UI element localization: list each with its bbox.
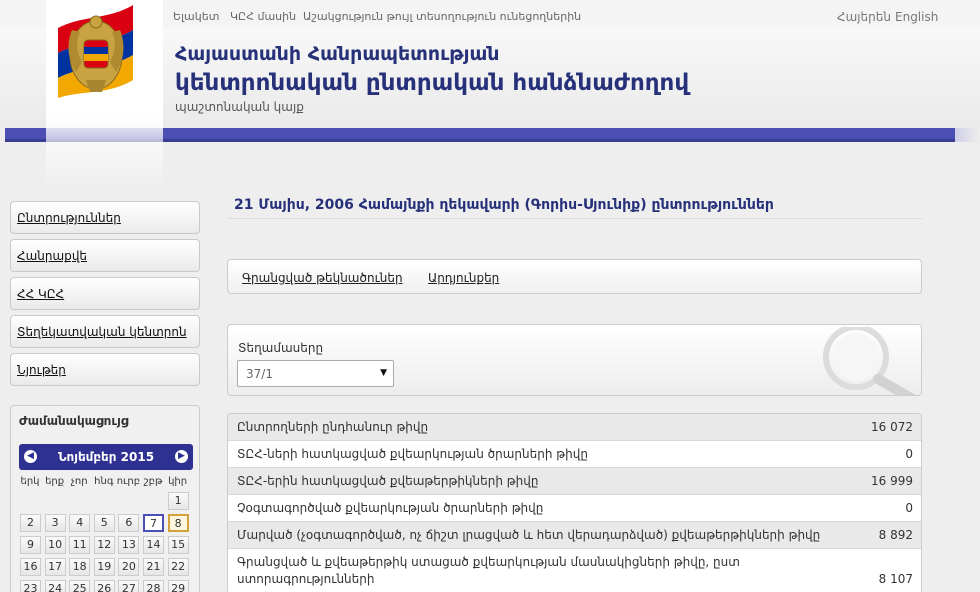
calendar-day[interactable]: 10 [44,536,66,554]
nav-link-home[interactable]: Ելակետ [173,10,219,23]
calendar-day[interactable]: 23 [20,580,41,592]
site-subtitle: պաշտոնական կայք [175,100,304,114]
calendar-day[interactable]: 20 [118,558,140,576]
stat-value: 8 892 [878,528,913,542]
stat-label: Ընտրողների ընդհանուր թիվը [237,420,429,434]
page-title: 21 Մայիս, 2006 Համայնքի ղեկավարի (Գորիս-… [234,197,774,213]
table-row: Չօգտագործված քվեարկության ծրարների թիվը 0 [228,495,921,522]
calendar-day[interactable]: 16 [20,558,41,576]
precinct-select[interactable]: 37/1 ▼ [237,360,394,387]
nav-link-about[interactable]: ԿԸՀ մասին [230,10,296,23]
calendar-day[interactable]: 24 [44,580,66,592]
chevron-left-icon[interactable]: ◀ [24,450,37,463]
precinct-label: Տեղամասերը [238,341,324,355]
calendar-day[interactable]: 26 [93,580,115,592]
calendar-weekday: կիր [168,476,188,487]
site-title-line2: կենտրոնական ընտրական հանձնաժողով [175,70,690,96]
calendar-weekday: երք [45,476,65,487]
calendar-weekday: երկ [20,476,40,487]
calendar-day[interactable]: 18 [69,558,91,576]
tab-results[interactable]: Արդյունքեր [428,271,499,285]
calendar-day[interactable]: 13 [118,536,140,554]
table-row: ՏԸՀ-ների հատկացված քվեարկության ծրարների… [228,441,921,468]
calendar-widget: Ժամանակացույց ◀ Նոյեմբեր 2015 ▶ երկ երք չո… [10,405,200,592]
stat-value: 0 [905,447,913,461]
stat-label: Գրանցված և քվեաթերթիկ ստացած քվեարկությա… [237,555,740,586]
table-row: Գրանցված և քվեաթերթիկ ստացած քվեարկությա… [228,549,921,592]
calendar-day[interactable]: 12 [93,536,115,554]
sidebar-item-referendum[interactable]: Հանրաքվե [10,239,200,272]
stat-value: 8 107 [878,572,913,586]
sidebar-item-elections[interactable]: Ընտրություններ [10,201,200,234]
calendar-weekday: շբթ [143,476,163,487]
emblem-column [46,0,163,190]
calendar-day[interactable]: 28 [143,580,164,592]
magnifier-icon [823,327,916,395]
stat-label: ՏԸՀ-երին հատկացված քվեաթերթիկների թիվը [237,474,539,488]
calendar-day[interactable]: 22 [167,558,189,576]
results-table: Ընտրողների ընդհանուր թիվը 16 072 ՏԸՀ-ների … [227,413,922,592]
calendar-day[interactable]: 1 [167,492,189,510]
coat-of-arms-logo[interactable] [58,0,133,98]
table-row: ՏԸՀ-երին հատկացված քվեաթերթիկների թիվը 16… [228,468,921,495]
tabs-bar: Գրանցված թեկնածուներ Արդյունքեր [227,259,922,294]
calendar-day[interactable]: 27 [118,580,140,592]
calendar-day[interactable]: 7 [143,514,164,532]
calendar-day[interactable]: 21 [143,558,164,576]
precinct-select-value: 37/1 [246,367,273,381]
calendar-month-header: ◀ Նոյեմբեր 2015 ▶ [19,444,193,470]
chevron-right-icon[interactable]: ▶ [175,450,188,463]
calendar-weekday: չոր [70,476,88,487]
stat-value: 16 072 [871,420,913,434]
stat-label: Չօգտագործված քվեարկության ծրարների թիվը [237,501,544,515]
stat-value: 0 [905,501,913,515]
lang-armenian-link[interactable]: Հայերեն [837,10,891,24]
header-accent-fade [955,128,980,142]
nav-link-accessibility[interactable]: Աշակցություն թույլ տեսողություն ունեցողն… [303,10,581,23]
calendar-weekday: հնգ [94,476,114,487]
sidebar-item-materials[interactable]: Նյութեր [10,353,200,386]
chevron-down-icon: ▼ [380,368,387,378]
calendar-day[interactable]: 19 [93,558,115,576]
title-divider [228,218,922,219]
calendar-day[interactable]: 2 [20,514,41,532]
calendar-day[interactable]: 25 [69,580,91,592]
site-title-line1: Հայաստանի Հանրապետության [175,43,500,65]
calendar-day[interactable]: 4 [69,514,91,532]
calendar-day[interactable]: 9 [20,536,41,554]
calendar-day[interactable]: 14 [143,536,164,554]
sidebar-item-cec[interactable]: ՀՀ ԿԸՀ [10,277,200,310]
calendar-month-label: Նոյեմբեր 2015 [57,450,155,464]
lang-english-link[interactable]: English [895,10,938,24]
calendar-day[interactable]: 8 [167,514,189,532]
calendar-day[interactable]: 15 [167,536,189,554]
stat-label: Մարված (չօգտագործված, ոչ ճիշտ լրացված և … [237,528,821,542]
table-row: Մարված (չօգտագործված, ոչ ճիշտ լրացված և … [228,522,921,549]
table-row: Ընտրողների ընդհանուր թիվը 16 072 [228,414,921,441]
calendar-day[interactable]: 5 [93,514,115,532]
calendar-title: Ժամանակացույց [19,414,129,428]
calendar-day[interactable]: 11 [69,536,91,554]
stat-label: ՏԸՀ-ների հատկացված քվեարկության ծրարների… [237,447,588,461]
calendar-day[interactable]: 6 [118,514,140,532]
sidebar-item-info-center[interactable]: Տեղեկատվական կենտրոն [10,315,200,348]
calendar-day[interactable]: 29 [167,580,189,592]
filter-panel: Տեղամասերը 37/1 ▼ [227,324,922,396]
calendar-weekday: ուրբ [116,476,141,487]
calendar-day[interactable]: 17 [44,558,66,576]
calendar-day[interactable]: 3 [44,514,66,532]
tab-registered-candidates[interactable]: Գրանցված թեկնածուներ [242,271,403,285]
stat-value: 16 999 [871,474,913,488]
